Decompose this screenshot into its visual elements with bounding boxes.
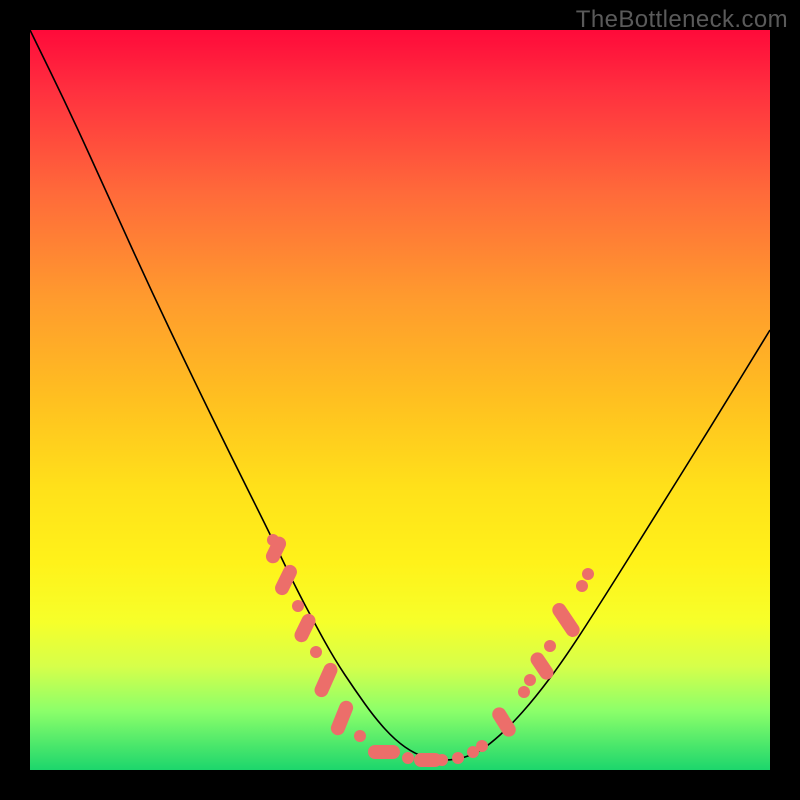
bottleneck-curve (30, 30, 770, 760)
curve-marker (310, 646, 322, 658)
curve-marker (354, 730, 366, 742)
watermark-text: TheBottleneck.com (576, 6, 788, 34)
curve-svg (30, 30, 770, 770)
curve-marker (476, 740, 488, 752)
curve-marker (582, 568, 594, 580)
curve-marker (524, 674, 536, 686)
curve-marker (368, 745, 400, 759)
plot-area (30, 30, 770, 770)
curve-marker (402, 752, 414, 764)
curve-marker (576, 580, 588, 592)
curve-marker (452, 752, 464, 764)
curve-marker (518, 686, 530, 698)
chart-frame: TheBottleneck.com (0, 0, 800, 800)
curve-marker (292, 600, 304, 612)
curve-marker (544, 640, 556, 652)
curve-marker (436, 754, 448, 766)
